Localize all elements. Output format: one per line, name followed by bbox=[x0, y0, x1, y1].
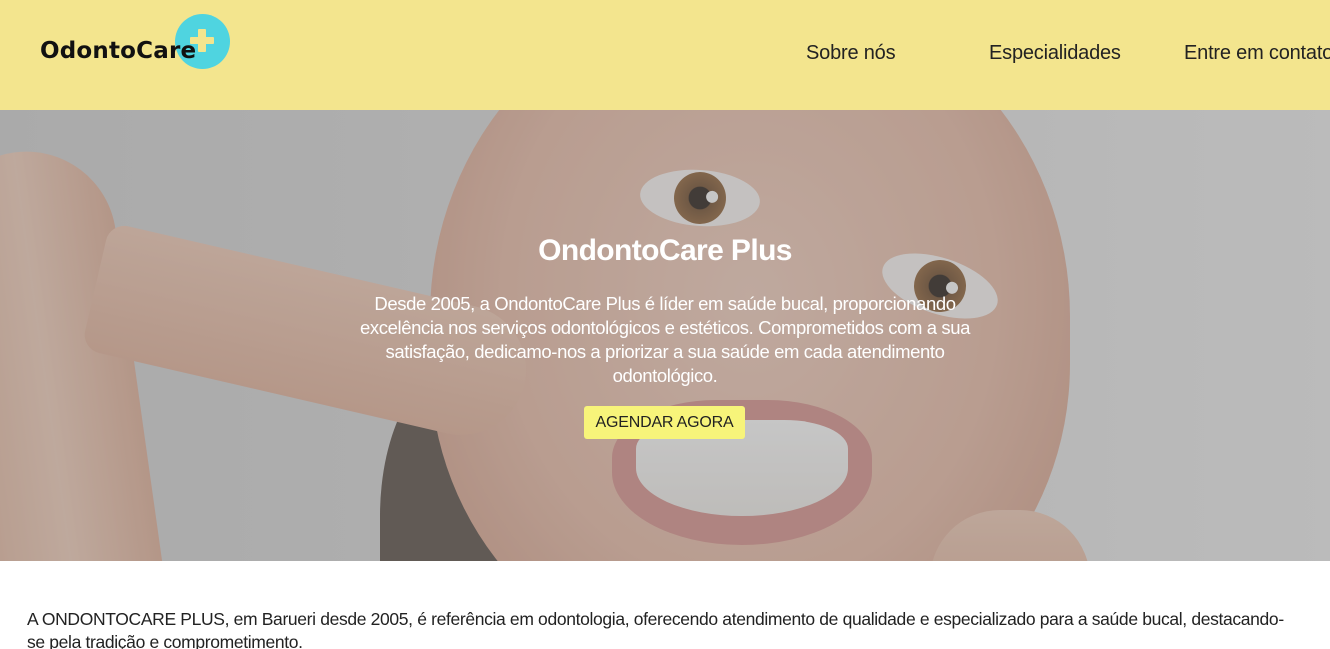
about-text: A ONDONTOCARE PLUS, em Barueri desde 200… bbox=[27, 609, 1284, 649]
site-header: OdontoCare Sobre nós Especialidades Entr… bbox=[0, 0, 1330, 110]
logo-text: OdontoCare bbox=[40, 38, 197, 64]
nav-link-especialidades[interactable]: Especialidades bbox=[989, 42, 1121, 65]
hero-description: Desde 2005, a OndontoCare Plus é líder e… bbox=[360, 293, 970, 386]
hero-title: OndontoCare Plus bbox=[538, 234, 792, 267]
logo[interactable]: OdontoCare bbox=[40, 14, 240, 74]
plus-icon-bar-vertical bbox=[198, 29, 206, 52]
hero-banner: OndontoCare Plus Desde 2005, a OndontoCa… bbox=[0, 110, 1330, 561]
nav-link-contato[interactable]: Entre em contato bbox=[1184, 42, 1330, 65]
schedule-now-button[interactable]: AGENDAR AGORA bbox=[584, 406, 745, 439]
nav-link-sobre-nos[interactable]: Sobre nós bbox=[806, 42, 896, 65]
